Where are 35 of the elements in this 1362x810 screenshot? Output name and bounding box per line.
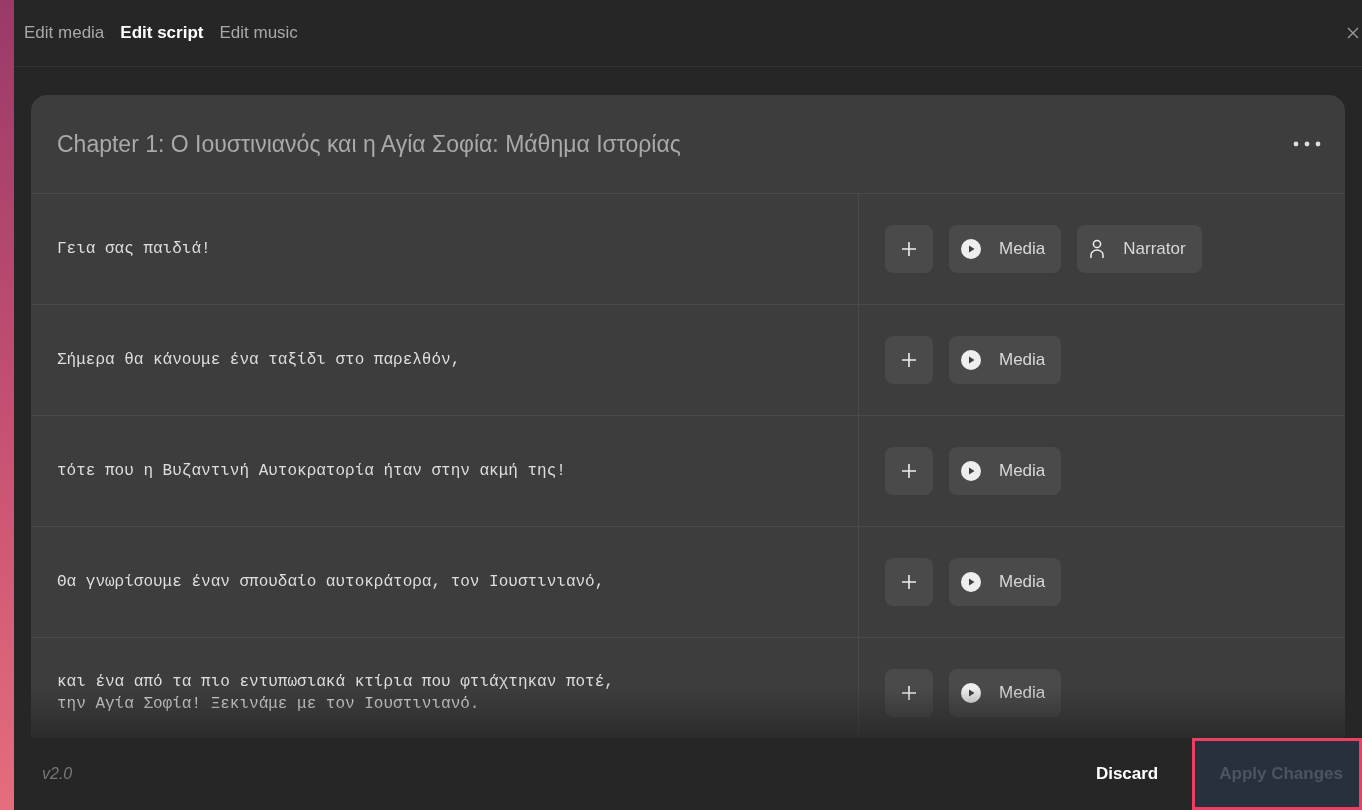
media-button[interactable]: Media (949, 558, 1062, 606)
script-line[interactable]: και ένα από τα πιο εντυπωσιακά κτίρια που φτιάχτηκαν ποτέ, (57, 671, 858, 693)
discard-button[interactable]: Discard (1089, 763, 1165, 785)
media-button[interactable]: Media (949, 336, 1062, 384)
chapter-title: Chapter 1: Ο Ιουστινιανός και η Αγία Σοφία: Μάθημα Ιστορίας (57, 130, 681, 158)
media-button[interactable]: Media (949, 669, 1062, 717)
close-icon[interactable] (1346, 26, 1360, 40)
script-line[interactable]: Θα γνωρίσουμε έναν σπουδαίο αυτοκράτορα, τον Ιουστινιανό, (57, 571, 858, 593)
play-icon (961, 350, 981, 370)
add-button[interactable] (885, 447, 933, 495)
media-button[interactable]: Media (949, 225, 1062, 273)
play-icon (961, 461, 981, 481)
plus-icon (901, 685, 917, 701)
add-button[interactable] (885, 558, 933, 606)
more-icon[interactable] (1293, 141, 1321, 147)
play-icon (961, 239, 981, 259)
add-button[interactable] (885, 669, 933, 717)
narrator-button[interactable]: Narrator (1077, 225, 1202, 273)
tab[interactable]: Edit music (219, 23, 298, 43)
media-button[interactable]: Media (949, 447, 1062, 495)
plus-icon (901, 241, 917, 257)
version-label: v2.0 (42, 765, 73, 783)
script-line[interactable]: τότε που η Βυζαντινή Αυτοκρατορία ήταν στην ακμή της! (57, 460, 858, 482)
add-button[interactable] (885, 225, 933, 273)
script-line[interactable]: Σήμερα θα κάνουμε ένα ταξίδι στο παρελθόν, (57, 349, 858, 371)
plus-icon (901, 352, 917, 368)
add-button[interactable] (885, 336, 933, 384)
tab[interactable]: Edit script (120, 23, 204, 43)
plus-icon (901, 574, 917, 590)
person-icon (1089, 239, 1106, 259)
script-line[interactable]: Γεια σας παιδιά! (57, 238, 858, 260)
tab[interactable]: Edit media (24, 23, 105, 43)
play-icon (961, 572, 981, 592)
play-icon (961, 683, 981, 703)
plus-icon (901, 463, 917, 479)
